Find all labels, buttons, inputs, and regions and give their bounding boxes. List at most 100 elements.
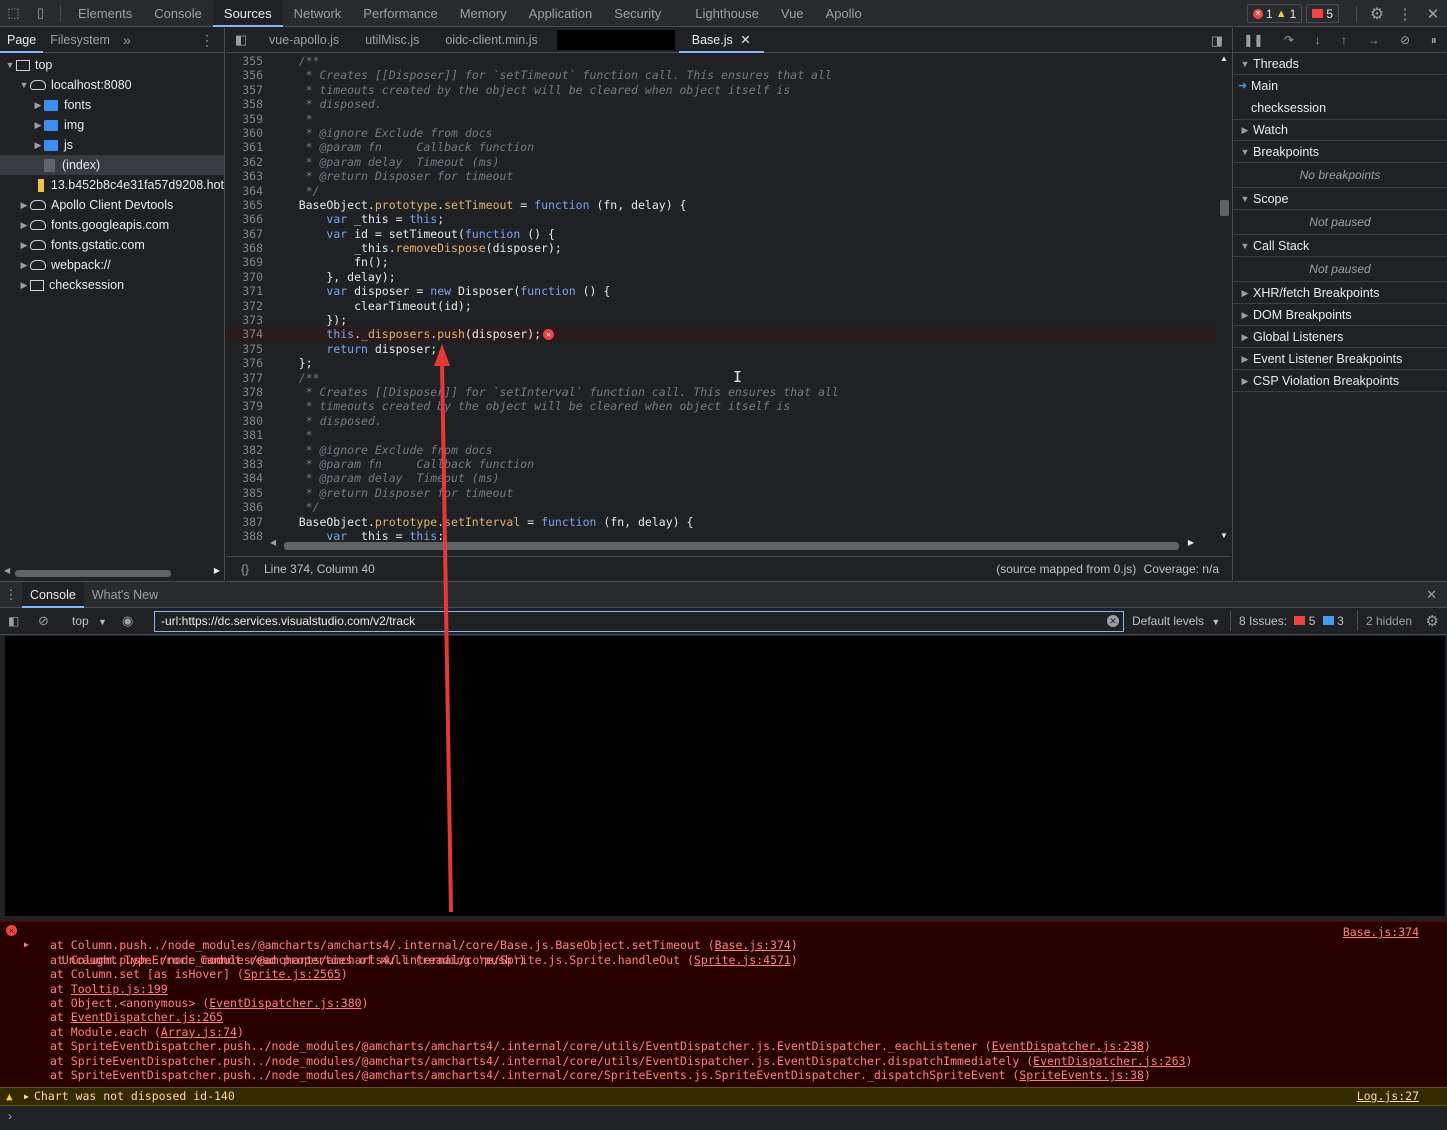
console-settings-gear-icon[interactable]: ⚙	[1426, 612, 1439, 630]
issues-counter[interactable]: 5	[1306, 4, 1339, 23]
line-number[interactable]: 385	[226, 486, 263, 500]
tree-item[interactable]: ▼ top	[0, 55, 224, 75]
step-out-icon[interactable]: ↑	[1341, 33, 1347, 47]
tree-item[interactable]: ▶ webpack://	[0, 255, 224, 275]
inspect-element-icon[interactable]: ⬚	[0, 0, 27, 27]
console-prompt[interactable]: ›	[0, 1106, 1447, 1130]
scrollbar-thumb[interactable]	[15, 570, 171, 577]
pane-header-event-listener-breakpoints[interactable]: ▶ Event Listener Breakpoints	[1233, 348, 1447, 370]
source-mapped-from[interactable]: (source mapped from 0.js)	[996, 562, 1136, 576]
tree-item[interactable]: (index)	[0, 155, 224, 175]
navigator-horizontal-scrollbar[interactable]: ◀ ▶	[0, 566, 224, 580]
thread-main[interactable]: ➜ Main	[1233, 75, 1447, 97]
error-source-link[interactable]: Base.js:374	[1343, 925, 1419, 939]
line-number[interactable]: 365	[226, 198, 263, 212]
line-number[interactable]: 383	[226, 457, 263, 471]
code-line[interactable]: 357 * timeouts created by the object wil…	[226, 83, 1216, 97]
tab-application[interactable]: Application	[518, 0, 604, 27]
code-line[interactable]: 381 *	[226, 428, 1216, 442]
code-line[interactable]: 361 * @param fn Callback function	[226, 140, 1216, 154]
tab-redacted[interactable]	[556, 30, 675, 50]
tab-sources[interactable]: Sources	[212, 0, 283, 27]
code-line[interactable]: 362 * @param delay Timeout (ms)	[226, 155, 1216, 169]
line-number[interactable]: 378	[226, 385, 263, 399]
code-line[interactable]: 387 BaseObject.prototype.setInterval = f…	[226, 515, 1216, 529]
warning-source-link[interactable]: Log.js:27	[1357, 1088, 1419, 1105]
pretty-print-icon[interactable]: {}	[226, 562, 264, 576]
tree-item[interactable]: 13.b452b8c4e31fa57d9208.hot	[0, 175, 224, 195]
line-number[interactable]: 386	[226, 500, 263, 514]
collapsed-triangle-icon[interactable]: ▶	[18, 235, 30, 255]
code-line[interactable]: 371 var disposer = new Disposer(function…	[226, 284, 1216, 298]
stack-frame-link[interactable]: EventDispatcher.js:380	[209, 996, 361, 1010]
line-number[interactable]: 388	[226, 529, 263, 540]
line-number[interactable]: 360	[226, 126, 263, 140]
code-line[interactable]: 377 /**	[226, 371, 1216, 385]
stack-frame-link[interactable]: Sprite.js:4571	[694, 953, 791, 967]
code-line[interactable]: 355 /**	[226, 54, 1216, 68]
tab-performance[interactable]: Performance	[352, 0, 448, 27]
collapsed-triangle-icon[interactable]: ▶	[32, 135, 44, 155]
tab-memory[interactable]: Memory	[449, 0, 518, 27]
step-icon[interactable]: →	[1368, 33, 1380, 47]
tab-page[interactable]: Page	[0, 27, 44, 53]
code-line[interactable]: 378 * Creates [[Disposer]] for `setInter…	[226, 385, 1216, 399]
inline-error-icon[interactable]: ✕	[543, 329, 555, 341]
scope-pane-header[interactable]: ▼ Scope	[1233, 188, 1447, 210]
line-number[interactable]: 374	[226, 327, 263, 341]
stack-frame-link[interactable]: Base.js:374	[715, 938, 791, 952]
line-number[interactable]: 384	[226, 471, 263, 485]
line-number[interactable]: 368	[226, 241, 263, 255]
editor-vertical-scrollbar[interactable]: ▲ ▼	[1217, 54, 1231, 540]
tab-security[interactable]: Security	[603, 0, 672, 27]
code-line[interactable]: 360 * @ignore Exclude from docs	[226, 126, 1216, 140]
line-number[interactable]: 375	[226, 342, 263, 356]
line-number[interactable]: 363	[226, 169, 263, 183]
code-line[interactable]: 358 * disposed.	[226, 97, 1216, 111]
line-number[interactable]: 379	[226, 399, 263, 413]
tree-item[interactable]: ▶ fonts.googleapis.com	[0, 215, 224, 235]
thread-checksession[interactable]: checksession	[1233, 97, 1447, 119]
step-into-icon[interactable]: ↓	[1315, 33, 1321, 47]
line-number[interactable]: 380	[226, 414, 263, 428]
stack-frame-link[interactable]: EventDispatcher.js:238	[992, 1039, 1144, 1053]
stack-frame-link[interactable]: EventDispatcher.js:265	[71, 1010, 223, 1024]
pane-header-csp-violation-breakpoints[interactable]: ▶ CSP Violation Breakpoints	[1233, 370, 1447, 392]
line-number[interactable]: 358	[226, 97, 263, 111]
expanded-triangle-icon[interactable]: ▼	[4, 55, 16, 75]
code-view[interactable]: 355 /** 356 * Creates [[Disposer]] for `s…	[226, 54, 1216, 540]
line-number[interactable]: 387	[226, 515, 263, 529]
step-over-icon[interactable]: ↷	[1284, 33, 1294, 47]
console-sidebar-icon[interactable]: ◧	[8, 614, 19, 628]
code-line[interactable]: 376 };	[226, 356, 1216, 370]
tab-filesystem[interactable]: Filesystem	[43, 28, 117, 53]
collapsed-triangle-icon[interactable]: ▶	[18, 215, 30, 235]
code-line[interactable]: 372 clearTimeout(id);	[226, 299, 1216, 313]
live-expression-eye-icon[interactable]: ◉	[122, 613, 133, 629]
pane-header-xhr-fetch-breakpoints[interactable]: ▶ XHR/fetch Breakpoints	[1233, 282, 1447, 304]
code-line[interactable]: 370 }, delay);	[226, 270, 1216, 284]
line-number[interactable]: 361	[226, 140, 263, 154]
deactivate-breakpoints-icon[interactable]: ⊘	[1400, 33, 1410, 47]
drawer-menu-icon[interactable]: ⋮	[0, 587, 22, 603]
line-number[interactable]: 370	[226, 270, 263, 284]
tree-item[interactable]: ▶ img	[0, 115, 224, 135]
tree-item[interactable]: ▶ fonts.gstatic.com	[0, 235, 224, 255]
line-number[interactable]: 357	[226, 83, 263, 97]
code-line[interactable]: 375 return disposer;	[226, 342, 1216, 356]
collapsed-triangle-icon[interactable]: ▶	[32, 115, 44, 135]
code-line[interactable]: 380 * disposed.	[226, 414, 1216, 428]
code-line[interactable]: 386 */	[226, 500, 1216, 514]
tree-item[interactable]: ▶ js	[0, 135, 224, 155]
tab-network[interactable]: Network	[283, 0, 353, 27]
tab-apollo[interactable]: Apollo	[815, 0, 873, 27]
log-levels-dropdown[interactable]: Default levels ▼	[1132, 614, 1220, 628]
clear-filter-icon[interactable]: ✕	[1107, 615, 1119, 627]
pause-icon[interactable]: ❚❚	[1243, 33, 1263, 47]
error-warning-counter[interactable]: ✕ 1 ▲ 1	[1247, 4, 1303, 23]
editor-horizontal-scrollbar[interactable]: ◀ ▶	[266, 538, 1216, 552]
line-number[interactable]: 373	[226, 313, 263, 327]
scroll-right-icon[interactable]: ▶	[214, 566, 220, 575]
toggle-debugger-icon[interactable]: ◨	[1211, 33, 1223, 49]
close-tab-icon[interactable]: ✕	[740, 33, 750, 47]
